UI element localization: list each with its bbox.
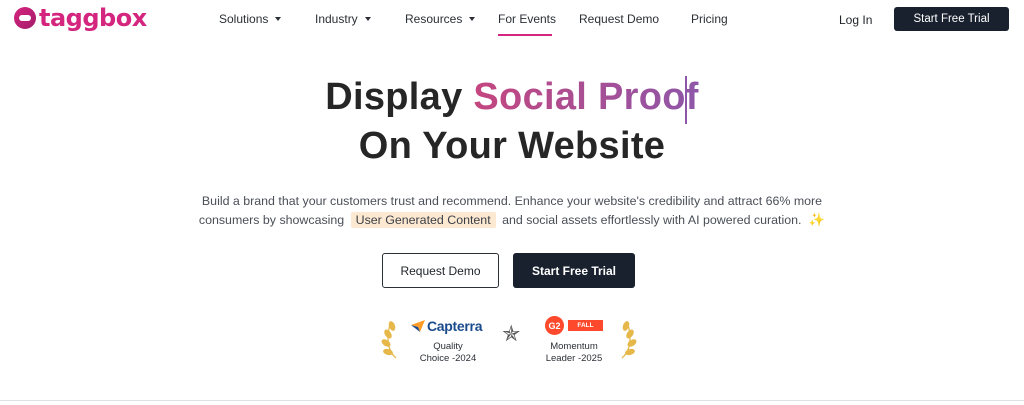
nav-request-demo-label: Request Demo [579,12,660,26]
nav-solutions-label: Solutions [219,12,269,26]
nav-pricing[interactable]: Pricing [691,12,728,26]
capterra-wordmark: Capterra [427,318,483,334]
g2-line1: Momentum [550,341,598,352]
chevron-down-icon [275,17,282,21]
hero-headline-line1: Display Social Proof [0,76,1024,119]
nav-request-demo[interactable]: Request Demo [579,12,659,26]
taggbox-logo-icon [14,7,36,29]
hero-headline-line2: On Your Website [358,125,666,167]
desc-before-highlight: consumers by showcasing [198,213,345,227]
taggbox-logo[interactable]: taggbox [14,5,147,31]
brand-name: taggbox [39,4,147,32]
typing-cursor [685,76,687,124]
nav-for-events[interactable]: For Events [498,12,556,26]
capterra-logo: Capterra [411,318,482,334]
hero-description-line1: Build a brand that your customers trust … [201,194,823,208]
g2-fall-tag: FALL [568,320,603,331]
star-icon: ✯ [502,321,521,346]
nav-pricing-label: Pricing [691,12,728,26]
g2-logo: G2 [545,316,564,335]
start-free-trial-button[interactable]: Start Free Trial [513,253,635,288]
nav-resources[interactable]: Resources [405,12,476,26]
g2-line2: Leader -2025 [545,353,603,364]
laurel-left-icon [381,321,397,359]
chevron-down-icon [469,17,476,21]
active-nav-indicator [498,34,552,36]
request-demo-button[interactable]: Request Demo [382,253,499,288]
nav-resources-label: Resources [405,12,463,26]
nav-industry[interactable]: Industry [315,12,371,26]
nav-solutions[interactable]: Solutions [219,12,282,26]
sparkle-icon: ✨ [808,212,826,227]
desc-after-highlight: and social assets effortlessly with AI p… [502,213,802,227]
hero-description-line2: consumers by showcasing User Generated C… [0,210,1024,230]
nav-start-free-trial-button[interactable]: Start Free Trial [894,7,1009,31]
headline-prefix: Display [325,76,463,118]
section-divider [0,400,1024,401]
chevron-down-icon [364,17,371,21]
laurel-right-icon [621,321,637,359]
nav-for-events-label: For Events [498,12,557,26]
login-link[interactable]: Log In [839,13,872,27]
top-navigation: taggbox Solutions Industry Resources For… [0,0,1024,38]
capterra-arrow-icon [411,320,425,332]
headline-highlight: Social Proof [473,76,699,118]
nav-industry-label: Industry [315,12,358,26]
ugc-highlight: User Generated Content [350,212,496,228]
capterra-line1: Quality [433,341,463,352]
g2-badge-text: Momentum Leader -2025 [531,341,617,365]
capterra-line2: Choice -2024 [419,353,477,364]
capterra-badge-text: Quality Choice -2024 [404,341,492,365]
